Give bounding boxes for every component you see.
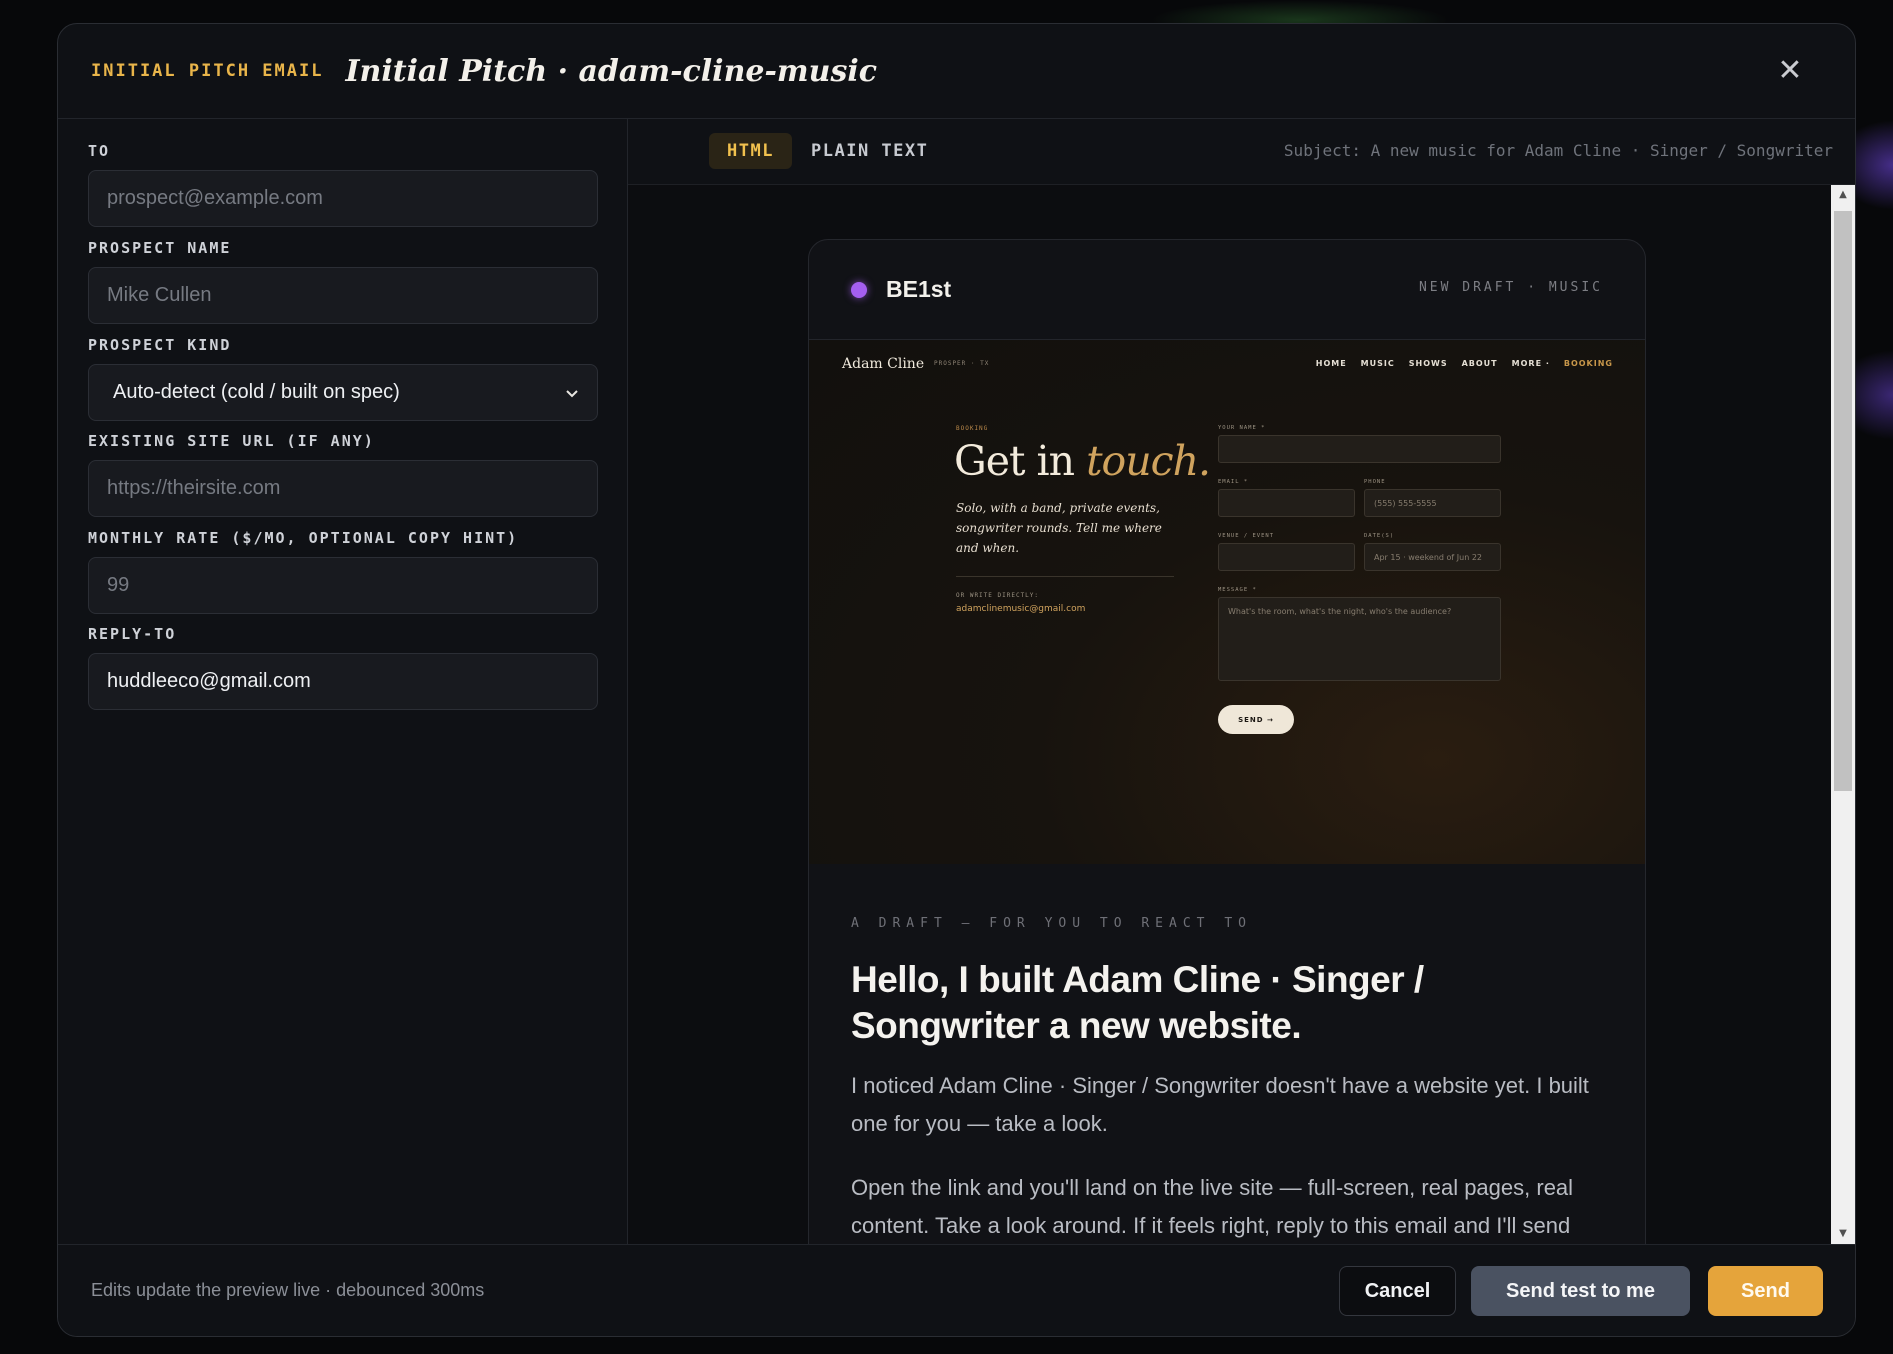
chevron-down-icon bbox=[566, 389, 578, 397]
existing-site-input[interactable]: https://theirsite.com bbox=[88, 460, 598, 517]
monthly-rate-input[interactable]: 99 bbox=[88, 557, 598, 614]
reply-to-field: REPLY-TO huddleeco@gmail.com bbox=[88, 625, 598, 710]
modal-kicker: INITIAL PITCH EMAIL bbox=[91, 61, 324, 81]
site-nav-item: SHOWS bbox=[1408, 359, 1448, 368]
prospect-kind-field: PROSPECT KIND Auto-detect (cold / built … bbox=[88, 336, 598, 421]
pitch-email-modal: INITIAL PITCH EMAIL Initial Pitch · adam… bbox=[57, 23, 1856, 1337]
close-button[interactable]: ✕ bbox=[1775, 56, 1805, 86]
draft-tag: NEW DRAFT · MUSIC bbox=[1418, 280, 1603, 295]
scroll-down-icon[interactable]: ▼ bbox=[1831, 1224, 1855, 1244]
prospect-kind-value: Auto-detect (cold / built on spec) bbox=[113, 381, 400, 403]
prospect-kind-select[interactable]: Auto-detect (cold / built on spec) bbox=[88, 364, 598, 421]
preview-scrollbar[interactable]: ▲ ▼ bbox=[1831, 185, 1855, 1244]
site-input-phone: (555) 555-5555 bbox=[1364, 489, 1501, 517]
to-field: TO prospect@example.com bbox=[88, 142, 598, 227]
preview-scroll-area[interactable]: BE1st NEW DRAFT · MUSIC Adam Cline PROSP… bbox=[628, 185, 1831, 1244]
to-input[interactable]: prospect@example.com bbox=[88, 170, 598, 227]
site-input-dates: Apr 15 · weekend of Jun 22 bbox=[1364, 543, 1501, 571]
send-test-button[interactable]: Send test to me bbox=[1471, 1266, 1690, 1316]
email-card-header: BE1st NEW DRAFT · MUSIC bbox=[809, 240, 1645, 340]
site-label-name: YOUR NAME * bbox=[1218, 425, 1266, 431]
scroll-thumb[interactable] bbox=[1834, 211, 1852, 791]
site-nav-item: MUSIC bbox=[1360, 359, 1395, 368]
site-divider bbox=[956, 576, 1174, 577]
reply-to-input[interactable]: huddleeco@gmail.com bbox=[88, 653, 598, 710]
site-heading-accent: touch. bbox=[1086, 437, 1211, 485]
prospect-name-field: PROSPECT NAME Mike Cullen bbox=[88, 239, 598, 324]
preview-panel: HTML PLAIN TEXT Subject: A new music for… bbox=[628, 119, 1855, 1244]
site-label-message: MESSAGE * bbox=[1218, 587, 1257, 593]
email-preview-card: BE1st NEW DRAFT · MUSIC Adam Cline PROSP… bbox=[808, 239, 1646, 1244]
tab-html[interactable]: HTML bbox=[709, 133, 792, 169]
scroll-up-icon[interactable]: ▲ bbox=[1831, 185, 1855, 205]
prospect-kind-label: PROSPECT KIND bbox=[88, 336, 232, 354]
email-paragraph: Open the link and you'll land on the liv… bbox=[851, 1175, 1574, 1238]
site-input-email bbox=[1218, 489, 1355, 517]
prospect-name-label: PROSPECT NAME bbox=[88, 239, 232, 257]
site-heading: Get in touch. bbox=[954, 437, 1211, 485]
existing-site-field: EXISTING SITE URL (IF ANY) https://their… bbox=[88, 432, 598, 517]
site-heading-plain: Get in bbox=[954, 437, 1087, 485]
site-nav: HOME MUSIC SHOWS ABOUT MORE · BOOKING bbox=[1316, 359, 1613, 368]
site-kicker: BOOKING bbox=[956, 425, 989, 432]
form-panel: TO prospect@example.com PROSPECT NAME Mi… bbox=[58, 119, 628, 1244]
send-button[interactable]: Send bbox=[1708, 1266, 1823, 1316]
existing-site-label: EXISTING SITE URL (IF ANY) bbox=[88, 432, 375, 450]
site-label-dates: DATE(S) bbox=[1364, 533, 1395, 539]
tab-plain-text[interactable]: PLAIN TEXT bbox=[793, 133, 946, 169]
monthly-rate-label: MONTHLY RATE ($/MO, OPTIONAL COPY HINT) bbox=[88, 529, 519, 547]
site-label-phone: PHONE bbox=[1364, 479, 1386, 485]
preview-tabbar: HTML PLAIN TEXT Subject: A new music for… bbox=[628, 119, 1855, 185]
site-write-label: OR WRITE DIRECTLY: bbox=[956, 592, 1040, 599]
cancel-button[interactable]: Cancel bbox=[1339, 1266, 1456, 1316]
site-screenshot[interactable]: Adam Cline PROSPER · TX HOME MUSIC SHOWS… bbox=[809, 340, 1645, 864]
prospect-name-input[interactable]: Mike Cullen bbox=[88, 267, 598, 324]
to-label: TO bbox=[88, 142, 111, 160]
brand-dot-icon bbox=[851, 281, 867, 298]
subject-line: Subject: A new music for Adam Cline · Si… bbox=[1283, 141, 1833, 160]
modal-header: INITIAL PITCH EMAIL Initial Pitch · adam… bbox=[58, 24, 1855, 119]
site-label-email: EMAIL * bbox=[1218, 479, 1249, 485]
footer-note: Edits update the preview live · debounce… bbox=[91, 1280, 485, 1300]
site-nav-item: HOME bbox=[1315, 359, 1347, 368]
email-eyebrow: A DRAFT — FOR YOU TO REACT TO bbox=[851, 916, 1252, 931]
email-body: A DRAFT — FOR YOU TO REACT TO Hello, I b… bbox=[809, 916, 1645, 1244]
site-label-venue: VENUE / EVENT bbox=[1218, 533, 1275, 539]
modal-footer: Edits update the preview live · debounce… bbox=[58, 1244, 1855, 1336]
site-input-name bbox=[1218, 435, 1501, 463]
site-nav-booking: BOOKING bbox=[1563, 359, 1613, 368]
modal-title: Initial Pitch · adam-cline-music bbox=[345, 53, 878, 89]
site-input-venue bbox=[1218, 543, 1355, 571]
email-paragraph: I noticed Adam Cline · Singer / Songwrit… bbox=[851, 1073, 1589, 1136]
reply-to-label: REPLY-TO bbox=[88, 625, 177, 643]
site-nav-item: MORE · bbox=[1511, 359, 1550, 368]
site-logo: Adam Cline bbox=[842, 356, 925, 372]
brand-name: BE1st bbox=[886, 276, 952, 302]
monthly-rate-field: MONTHLY RATE ($/MO, OPTIONAL COPY HINT) … bbox=[88, 529, 598, 614]
site-write-email: adamclinemusic@gmail.com bbox=[956, 604, 1086, 614]
site-send-button: SEND → bbox=[1218, 705, 1294, 734]
close-icon: ✕ bbox=[1777, 53, 1803, 88]
site-subtext: Solo, with a band, private events, songw… bbox=[956, 501, 1162, 555]
email-headline: Hello, I built Adam Cline · Singer / Son… bbox=[851, 959, 1424, 1046]
site-input-message: What's the room, what's the night, who's… bbox=[1218, 597, 1501, 681]
site-location: PROSPER · TX bbox=[934, 360, 990, 367]
site-nav-item: ABOUT bbox=[1461, 359, 1498, 368]
